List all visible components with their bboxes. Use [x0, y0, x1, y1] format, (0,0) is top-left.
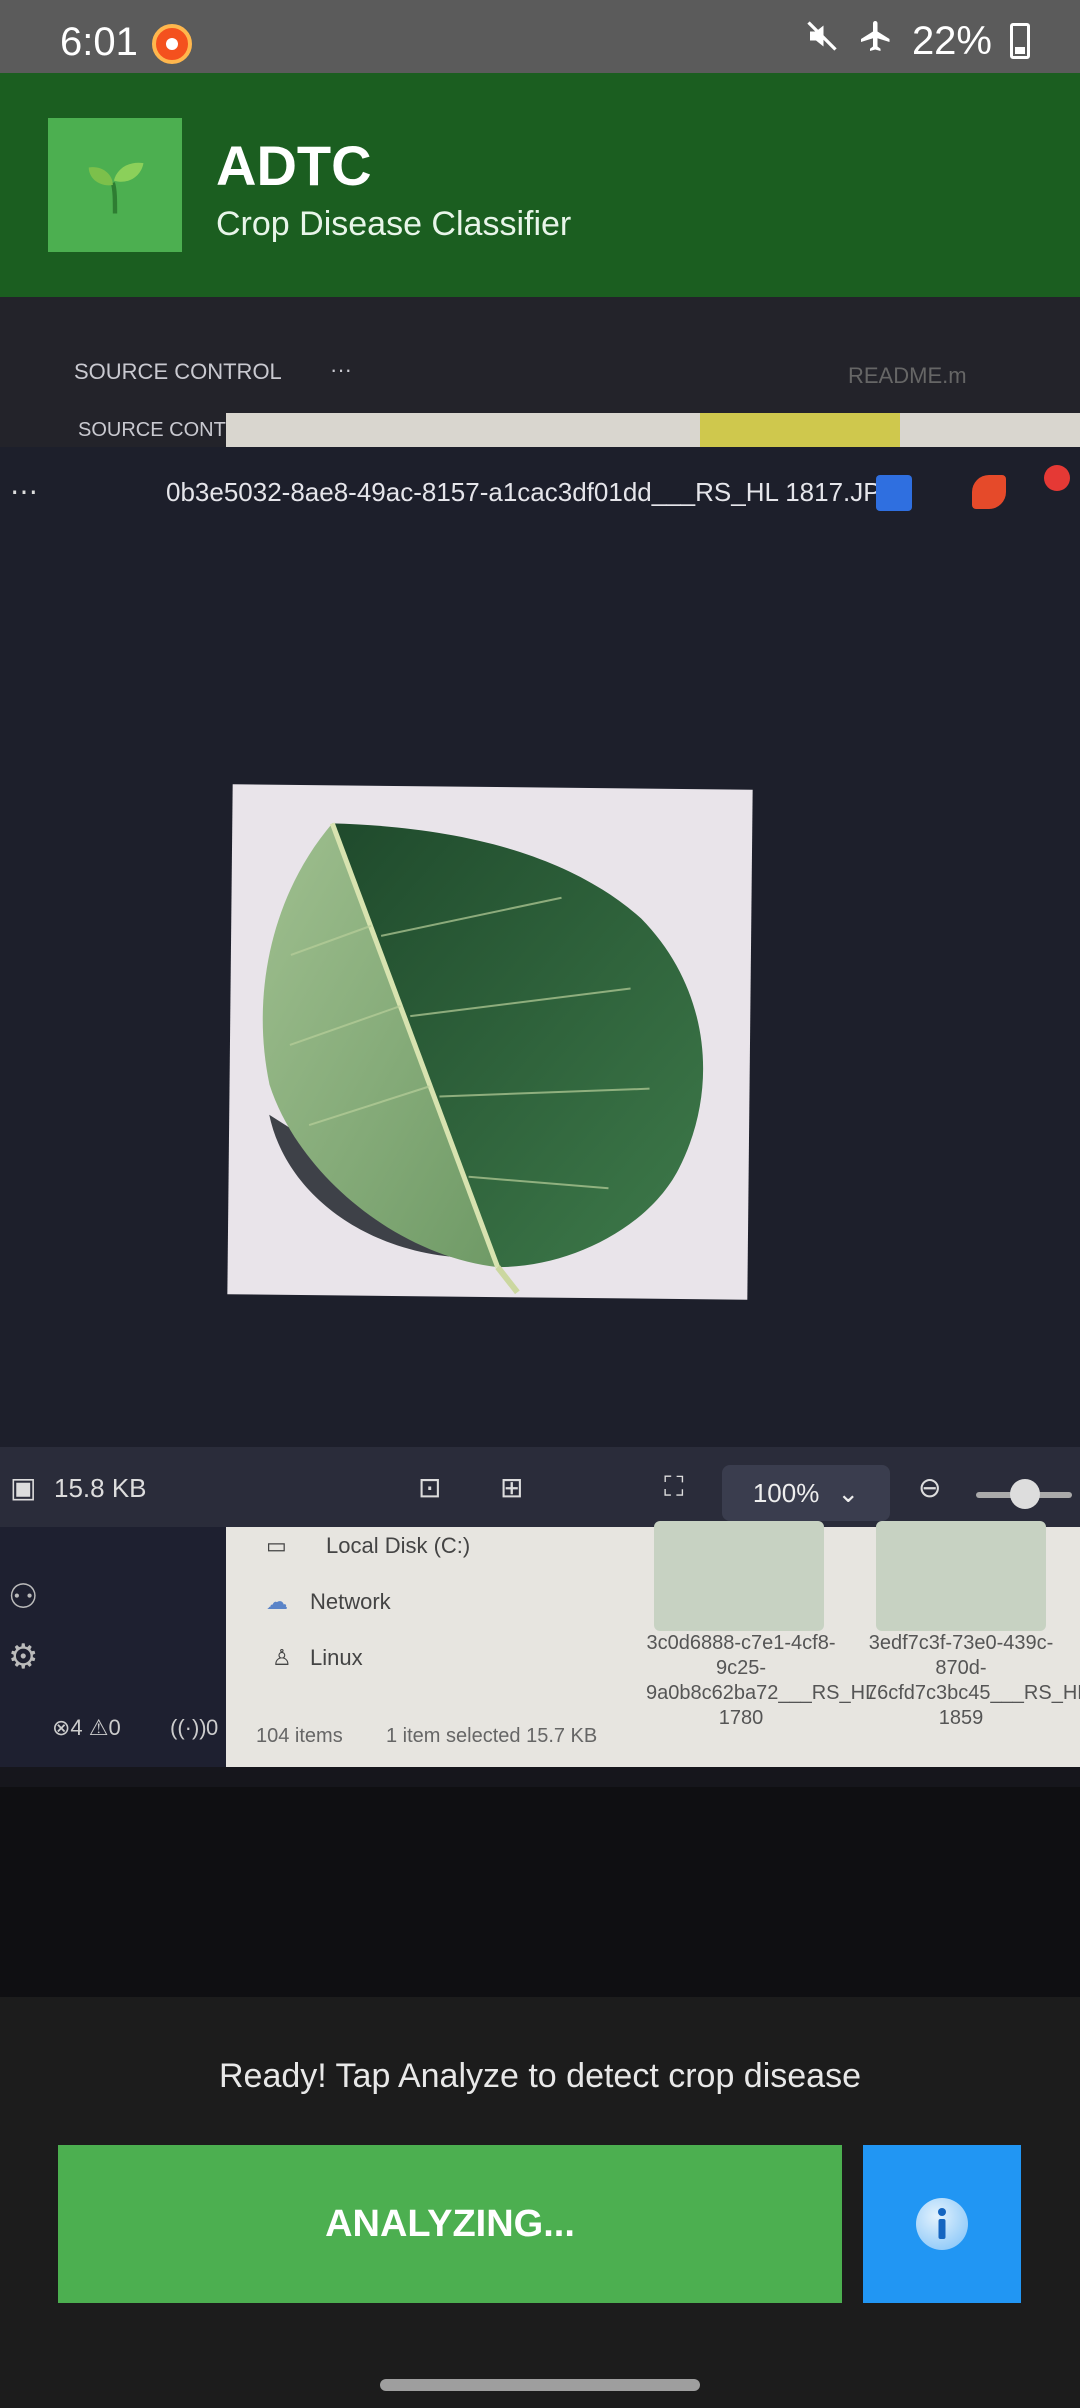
- app-subtitle: Crop Disease Classifier: [216, 205, 572, 243]
- chevron-down-icon: ⌄: [837, 1477, 860, 1508]
- status-message: Ready! Tap Analyze to detect crop diseas…: [219, 2057, 861, 2095]
- network-icon: ☁: [266, 1589, 288, 1614]
- status-items-count: 104 items: [256, 1725, 343, 1747]
- thumbnail-1: [654, 1521, 824, 1631]
- ide-source-control-label: SOURCE CONTROL: [74, 359, 282, 384]
- viewer-menu-icon: ⋯: [10, 476, 38, 507]
- zoom-value: 100%: [752, 1477, 820, 1508]
- thumbnail-caption-1: 3c0d6888-c7e1-4cf8-9c25-9a0b8c62ba72___R…: [646, 1632, 877, 1729]
- battery-icon: [1010, 23, 1030, 59]
- seedling-icon: [88, 162, 144, 214]
- info-icon: [916, 2198, 968, 2250]
- viewer-filename: 0b3e5032-8ae8-49ac-8157-a1cac3df01dd___R…: [166, 477, 901, 507]
- zoom-slider-knob: [1010, 1479, 1040, 1509]
- home-indicator[interactable]: [380, 2379, 700, 2391]
- info-button[interactable]: [863, 2145, 1021, 2303]
- file-size: 15.8 KB: [54, 1473, 147, 1503]
- thumbnail-caption-2: 3edf7c3f-73e0-439c-870d-76cfd7c3bc45___R…: [866, 1632, 1080, 1729]
- app-logo: [48, 118, 182, 252]
- ide-more-dots: ···: [330, 357, 352, 382]
- ports-count: 0: [206, 1715, 219, 1740]
- nav-local-disk: Local Disk (C:): [326, 1533, 471, 1558]
- app-title: ADTC: [216, 134, 372, 197]
- problems-count: ⊗4 ⚠0: [52, 1715, 121, 1740]
- ide-strip: SOURCE CONTROL ··· SOURCE CONT README.m: [0, 297, 1080, 447]
- analyze-button[interactable]: ANALYZING...: [58, 2145, 842, 2303]
- status-icons: 22%: [804, 18, 1030, 64]
- leaf-photo: [227, 784, 753, 1300]
- nav-network: Network: [310, 1589, 391, 1614]
- control-panel: Ready! Tap Analyze to detect crop diseas…: [0, 1997, 1080, 2408]
- linux-icon: ♙: [272, 1645, 292, 1670]
- ide-source-control-label-2: SOURCE CONT: [78, 419, 226, 441]
- monitor-bezel: [0, 1787, 1080, 1997]
- zoom-level-select: 100% ⌄: [722, 1465, 890, 1521]
- status-selection: 1 item selected 15.7 KB: [386, 1725, 598, 1747]
- status-time: 6:01: [60, 20, 138, 64]
- ide-readme-tab: README.m: [848, 363, 967, 388]
- ide-activity-bar: ⚇ ⚙ ⊗4 ⚠0 ((·)) 0: [0, 1527, 226, 1767]
- record-dot-icon: [1044, 465, 1070, 491]
- save-icon: ▣: [10, 1472, 37, 1503]
- image-viewer: ⋯ 0b3e5032-8ae8-49ac-8157-a1cac3df01dd__…: [0, 447, 1080, 1587]
- drive-icon: ▭: [266, 1533, 287, 1558]
- camera-preview: SOURCE CONTROL ··· SOURCE CONT README.m …: [0, 297, 1080, 1997]
- app-header: ADTC Crop Disease Classifier: [0, 73, 1080, 297]
- ide-explorer-edge: [226, 413, 1080, 447]
- accounts-icon: ⚇: [8, 1578, 39, 1616]
- share-icon: [972, 475, 1006, 509]
- nav-linux: Linux: [310, 1645, 363, 1670]
- gear-icon: ⚙: [8, 1638, 39, 1676]
- zoom-out-icon: ⊖: [918, 1472, 942, 1503]
- file-explorer: ▭ Local Disk (C:) ☁ Network ♙ Linux 104 …: [226, 1521, 1080, 1767]
- edit-icon: [876, 475, 912, 511]
- crop-icon: ⊞: [500, 1472, 524, 1503]
- airplane-mode-icon: [858, 18, 894, 64]
- broadcast-icon: ((·)): [170, 1715, 207, 1740]
- mute-icon: [804, 18, 840, 64]
- ide-highlight: [700, 413, 900, 447]
- thumbnail-2: [876, 1521, 1046, 1631]
- fit-icon: ⊡: [418, 1472, 442, 1503]
- fullscreen-icon: ⛶: [664, 1471, 684, 1502]
- battery-percent: 22%: [911, 18, 992, 63]
- screen-record-icon: [152, 24, 192, 64]
